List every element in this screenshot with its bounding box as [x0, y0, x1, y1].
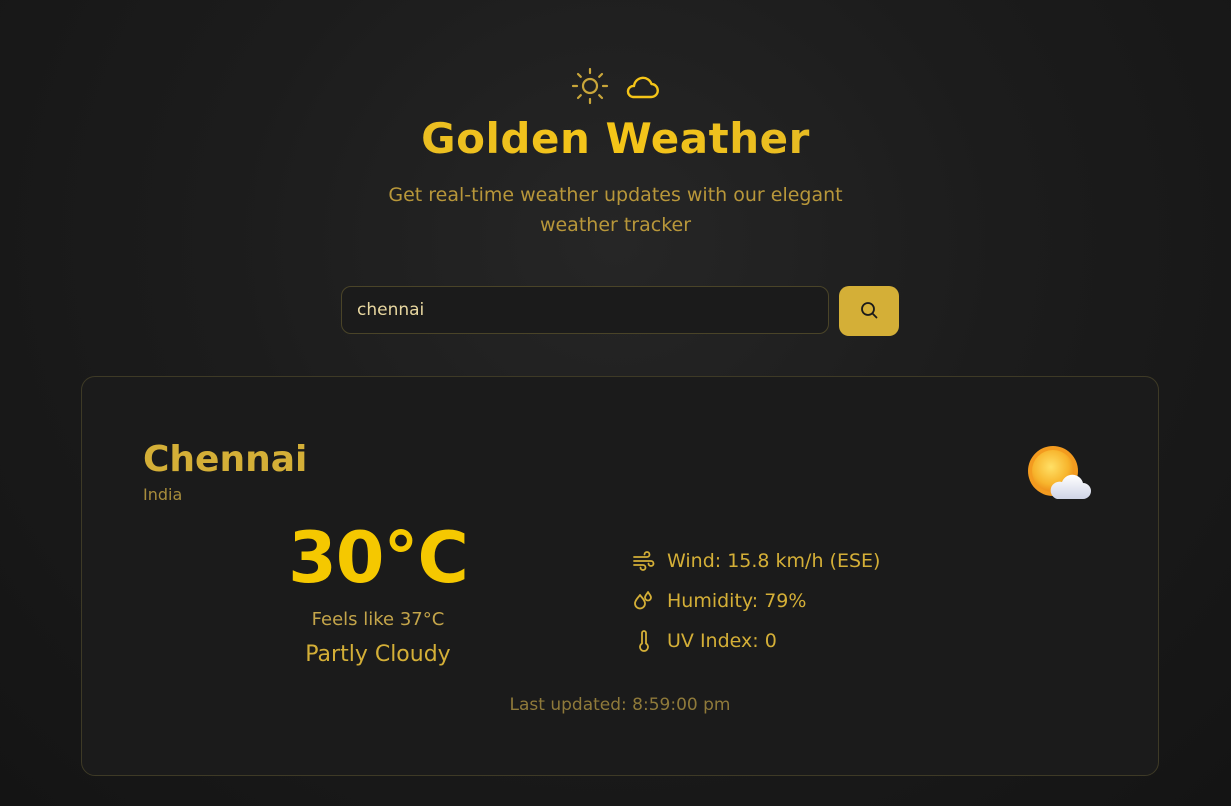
cloud-icon [622, 66, 662, 110]
country-name: India [143, 485, 183, 504]
search-button[interactable] [839, 286, 899, 336]
stat-humidity: Humidity: 79% [632, 581, 880, 621]
wind-label: Wind: 15.8 km/h (ESE) [667, 550, 881, 572]
stat-wind: Wind: 15.8 km/h (ESE) [632, 541, 880, 581]
weather-stats: Wind: 15.8 km/h (ESE) Humidity: 79% UV I… [632, 541, 880, 661]
uv-label: UV Index: 0 [667, 630, 777, 652]
page-title: Golden Weather [0, 114, 1231, 163]
wind-icon [632, 549, 656, 573]
weather-card: Chennai India 30°C Feels like 37°C Partl… [81, 376, 1159, 776]
header-icons [0, 66, 1231, 110]
partly-cloudy-icon [1027, 443, 1091, 503]
search-bar [341, 286, 899, 336]
thermometer-icon [632, 629, 656, 653]
page-subtitle: Get real-time weather updates with our e… [388, 184, 843, 236]
stat-uv: UV Index: 0 [632, 621, 880, 661]
humidity-label: Humidity: 79% [667, 590, 807, 612]
droplets-icon [632, 589, 656, 613]
search-input[interactable] [341, 286, 829, 334]
search-icon [859, 300, 879, 323]
condition-text: Partly Cloudy [305, 642, 451, 667]
city-name: Chennai [143, 439, 308, 480]
temperature: 30°C [288, 517, 469, 599]
last-updated: Last updated: 8:59:00 pm [509, 695, 731, 715]
sun-icon [570, 66, 610, 110]
feels-like: Feels like 37°C [311, 609, 445, 630]
